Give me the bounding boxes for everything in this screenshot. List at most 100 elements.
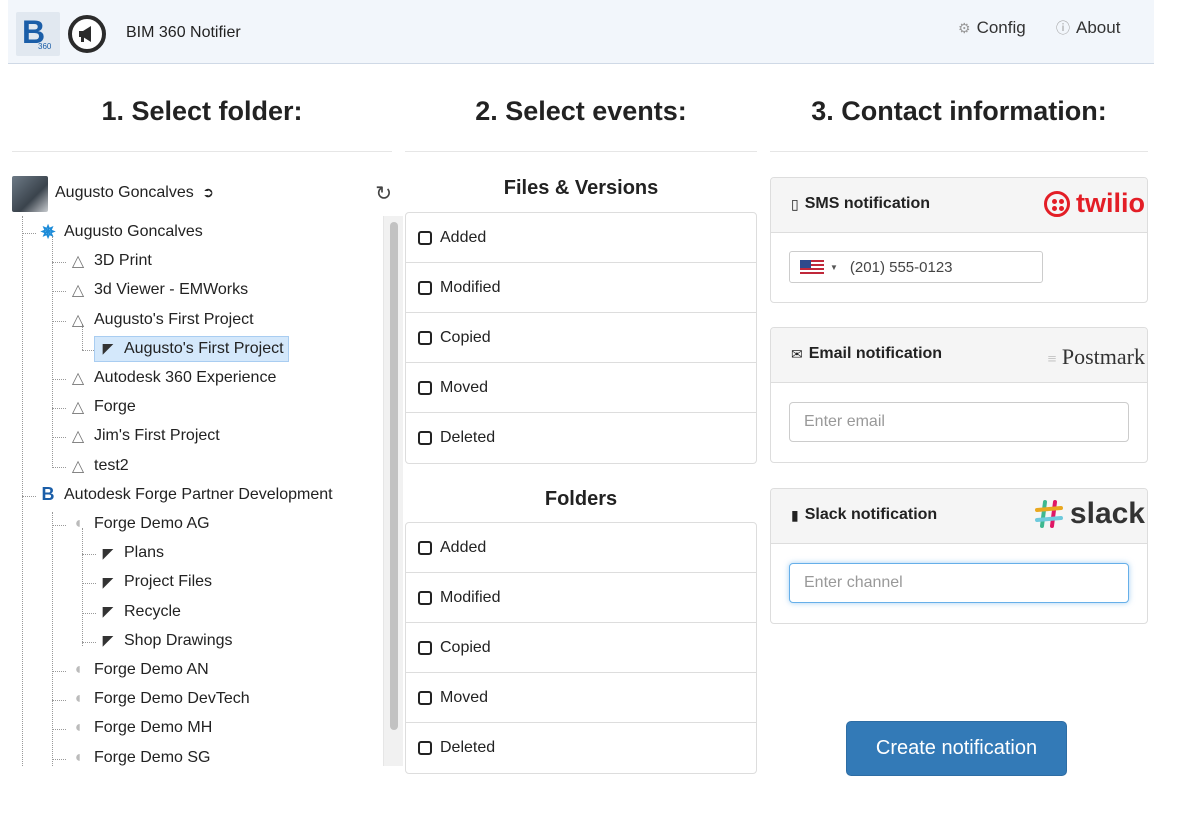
project-icon: △	[71, 370, 85, 387]
email-title-text: Email notification	[808, 345, 943, 362]
files-event-deleted[interactable]: Deleted	[406, 413, 756, 463]
event-label: Deleted	[440, 429, 496, 446]
about-link[interactable]: ⓘ About	[1056, 18, 1120, 38]
tree-item-content: ✵ Augusto Goncalves	[34, 218, 206, 247]
files-event-modified[interactable]: Modified	[406, 263, 756, 313]
country-dropdown-caret-icon[interactable]: ▼	[830, 263, 838, 272]
tree-item[interactable]: ◖ Forge Demo SG	[64, 744, 213, 766]
folders-event-added[interactable]: Added	[406, 523, 756, 573]
twilio-wordmark: twilio	[1076, 188, 1145, 218]
tree-item[interactable]: ◖ Forge Demo DevTech	[64, 685, 253, 713]
checkbox-icon[interactable]	[418, 741, 432, 755]
folders-event-moved[interactable]: Moved	[406, 673, 756, 723]
slack-panel-header: ▮ Slack notification slack	[771, 489, 1147, 544]
checkbox-icon[interactable]	[418, 640, 432, 655]
files-event-moved[interactable]: Moved	[406, 363, 756, 413]
tree-item[interactable]: ◖ Forge Demo AN	[64, 656, 212, 684]
sms-title-text: SMS notification	[804, 195, 931, 212]
pin-icon: ◖	[73, 515, 83, 532]
email-input[interactable]	[789, 402, 1129, 442]
scrollbar-thumb[interactable]	[390, 222, 398, 730]
tree-item[interactable]: △ 3d Viewer - EMWorks	[64, 276, 251, 304]
config-link[interactable]: ⚙ Config	[958, 18, 1026, 38]
folders-event-deleted[interactable]: Deleted	[406, 723, 756, 773]
checkbox-icon[interactable]	[418, 280, 432, 295]
tree-item[interactable]: ◤ Plans	[94, 539, 167, 567]
checkbox-icon[interactable]	[418, 380, 432, 395]
tree-item-content: ◖ Forge Demo AN	[64, 657, 212, 683]
slack-channel-input[interactable]	[789, 563, 1129, 603]
phone-input[interactable]: (201) 555-0123	[850, 259, 953, 276]
folders-event-modified[interactable]: Modified	[406, 573, 756, 623]
comment-icon: ▮	[791, 506, 799, 523]
project-icon: △	[71, 253, 85, 271]
info-icon: ⓘ	[1056, 20, 1070, 36]
checkbox-icon[interactable]	[418, 590, 432, 605]
tree-item-label: Forge Demo SG	[94, 748, 211, 766]
tree-item[interactable]: ◖ Forge Demo AG	[64, 510, 213, 538]
refresh-icon[interactable]: ↻	[375, 181, 392, 206]
folders-title: Folders	[544, 488, 618, 510]
divider	[12, 151, 392, 152]
checkbox-icon[interactable]	[418, 230, 432, 245]
pin-icon: ◖	[73, 690, 83, 708]
checkbox-icon[interactable]	[418, 330, 432, 345]
tree-item[interactable]: △ test2	[64, 452, 132, 480]
event-label: Modified	[440, 278, 501, 296]
tree-item[interactable]: B Autodesk Forge Partner Development	[34, 481, 336, 509]
checkbox-icon[interactable]	[418, 690, 432, 705]
tree-guide-line	[22, 216, 23, 766]
tree-item-content: △ Forge	[64, 393, 139, 421]
event-label: Added	[440, 538, 487, 556]
tree-item-content: ◖ Forge Demo MH	[64, 715, 215, 741]
postmark-lines-icon: ≡	[1047, 351, 1057, 368]
tree-item[interactable]: ◤ Recycle	[94, 598, 184, 626]
tree-item[interactable]: △ Autodesk 360 Experience	[64, 364, 279, 392]
slack-logo: slack	[1034, 497, 1145, 531]
tree-item[interactable]: ◤ Project Files	[94, 568, 215, 596]
project-icon: △	[71, 457, 85, 475]
tree-item[interactable]: ◤ Shop Drawings	[94, 627, 236, 655]
tree-item[interactable]: △ Jim's First Project	[64, 422, 223, 450]
tree-item[interactable]: ◖ Forge Demo MH	[64, 714, 215, 742]
folder-open-icon: ◤	[102, 340, 114, 357]
gear-icon: ⚙	[958, 19, 971, 36]
tree-scrollbar[interactable]	[383, 216, 403, 766]
event-label: Copied	[440, 638, 491, 656]
user-name-link[interactable]: Augusto Goncalves ➲	[55, 184, 214, 202]
slack-hash-icon	[1034, 500, 1063, 528]
tree-item[interactable]: △ Forge	[64, 393, 139, 421]
folder-open-icon: ◤	[102, 603, 114, 620]
bim360-icon: B	[41, 484, 55, 505]
files-event-copied[interactable]: Copied	[406, 313, 756, 363]
sign-out-icon[interactable]: ➲	[202, 184, 214, 200]
tree-item-label: 3d Viewer - EMWorks	[94, 281, 249, 299]
files-event-added[interactable]: Added	[406, 213, 756, 263]
select-events-title: 2. Select events:	[475, 96, 687, 126]
create-notification-button[interactable]: Create notification	[846, 721, 1067, 776]
folder-open-icon: ◤	[102, 544, 114, 561]
tree-item-label: Autodesk 360 Experience	[94, 369, 277, 386]
tree-item-label: Shop Drawings	[124, 631, 233, 649]
tree-item-content: △ 3D Print	[64, 247, 155, 275]
tree-item-label: Forge Demo AN	[94, 661, 209, 678]
folder-open-icon: ◤	[102, 573, 114, 590]
about-label: About	[1076, 18, 1121, 37]
checkbox-icon[interactable]	[418, 431, 432, 445]
us-flag-icon[interactable]	[800, 260, 824, 274]
tree-guide-line	[82, 528, 83, 646]
tree-item-label: Forge Demo AG	[94, 515, 210, 532]
tree-item[interactable]: ✵ Augusto Goncalves	[34, 218, 206, 246]
email-title: ✉ Email notification	[791, 345, 942, 363]
tree-item[interactable]: ◤ Augusto's First Project	[94, 335, 289, 363]
tree-item[interactable]: △ Augusto's First Project	[64, 306, 257, 334]
tree-item[interactable]: △ 3D Print	[64, 247, 155, 275]
folders-events-list: Added Modified Copied Moved Deleted	[405, 522, 757, 774]
slack-wordmark: slack	[1069, 497, 1145, 530]
folders-event-copied[interactable]: Copied	[406, 623, 756, 673]
event-label: Moved	[440, 688, 489, 706]
checkbox-icon[interactable]	[418, 540, 432, 555]
divider	[405, 151, 757, 152]
megaphone-icon	[68, 15, 106, 53]
tree-item-content: ◤ Project Files	[94, 569, 215, 595]
